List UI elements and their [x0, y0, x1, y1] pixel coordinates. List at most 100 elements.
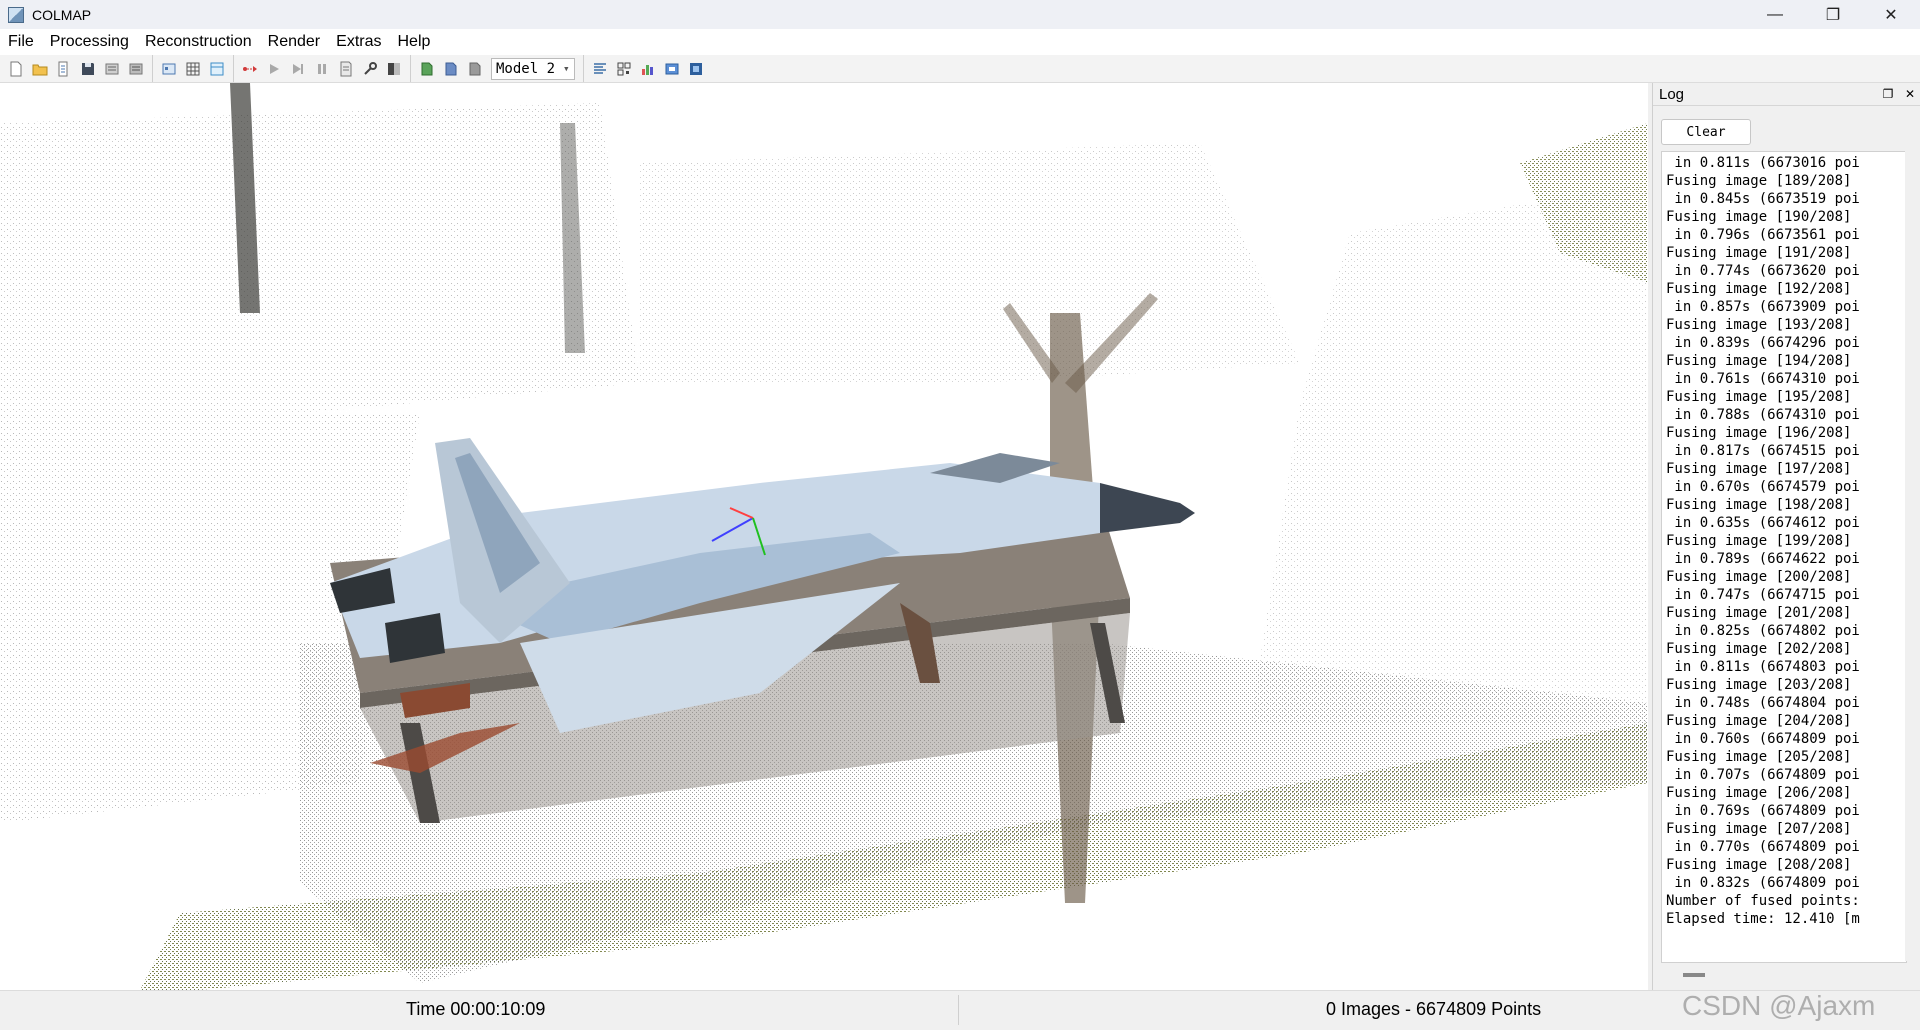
import-icon — [105, 63, 119, 74]
open-folder-icon — [32, 64, 48, 75]
open-project-button[interactable] — [30, 59, 50, 79]
window-title: COLMAP — [32, 6, 92, 23]
edit-project-button[interactable] — [54, 59, 74, 79]
log-dock-controls: ❐ ✕ — [1877, 87, 1920, 101]
log-line: Fusing image [192/208] — [1666, 281, 1852, 297]
automatic-reconstruction-button[interactable] — [240, 59, 260, 79]
model-import-icon — [421, 62, 433, 75]
pause-reconstruction-button[interactable] — [312, 59, 332, 79]
toolbar: Model 2 ▾ — [0, 55, 1920, 83]
menu-help[interactable]: Help — [389, 29, 438, 55]
dense-icon — [388, 62, 400, 75]
log-line: Fusing image [200/208] — [1666, 569, 1852, 585]
3d-viewport[interactable] — [0, 83, 1648, 990]
grab-movie-button[interactable] — [686, 59, 706, 79]
log-line: in 0.789s (6674622 poi — [1666, 551, 1860, 567]
new-file-icon — [10, 61, 22, 76]
log-line: Fusing image [204/208] — [1666, 713, 1852, 729]
restore-button[interactable]: ❐ — [1804, 0, 1862, 29]
render-options-button[interactable] — [590, 59, 610, 79]
elapsed-time: Time 00:00:10:09 — [406, 999, 546, 1019]
chevron-down-icon: ▾ — [563, 62, 570, 75]
log-line: in 0.761s (6674310 poi — [1666, 371, 1860, 387]
float-panel-icon[interactable]: ❐ — [1877, 87, 1899, 101]
log-line: in 0.747s (6674715 poi — [1666, 587, 1860, 603]
log-text-area[interactable]: in 0.811s (6673016 poi Fusing image [189/… — [1661, 151, 1907, 963]
colmap-app-icon — [8, 6, 24, 23]
close-panel-icon[interactable]: ✕ — [1899, 87, 1920, 101]
database-management-button[interactable] — [207, 59, 227, 79]
feature-matching-button[interactable] — [183, 59, 203, 79]
log-line: Fusing image [194/208] — [1666, 353, 1852, 369]
log-title: Log — [1659, 85, 1685, 103]
model-stats-button[interactable] — [465, 59, 485, 79]
start-reconstruction-button[interactable] — [264, 59, 284, 79]
play-icon — [270, 63, 279, 74]
grab-image-button[interactable] — [662, 59, 682, 79]
model-export-button[interactable] — [441, 59, 461, 79]
model-import-button[interactable] — [417, 59, 437, 79]
reconstruction-options-button[interactable] — [336, 59, 356, 79]
chart-icon — [641, 64, 653, 75]
clear-log-button[interactable]: Clear — [1661, 119, 1751, 145]
log-line: Fusing image [190/208] — [1666, 209, 1852, 225]
log-line: in 0.845s (6673519 poi — [1666, 191, 1860, 207]
log-line: in 0.707s (6674809 poi — [1666, 767, 1860, 783]
feature-extraction-button[interactable] — [159, 59, 179, 79]
log-line: Number of fused points: — [1666, 893, 1860, 909]
model-stats-icon — [469, 62, 481, 75]
log-line: in 0.825s (6674802 poi — [1666, 623, 1860, 639]
match-matrix-button[interactable] — [614, 59, 634, 79]
step-forward-icon — [293, 63, 303, 74]
bundle-adjustment-button[interactable] — [360, 59, 380, 79]
log-line: Fusing image [195/208] — [1666, 389, 1852, 405]
log-vertical-scrollbar[interactable] — [1905, 151, 1915, 1023]
status-divider — [958, 995, 959, 1025]
model-export-icon — [445, 62, 457, 75]
menu-extras[interactable]: Extras — [328, 29, 389, 55]
edit-project-icon — [58, 61, 68, 76]
grid-icon — [186, 62, 200, 75]
log-horizontal-scroll-thumb[interactable] — [1683, 973, 1705, 977]
model-select-value: Model 2 — [496, 60, 556, 77]
log-line: Fusing image [196/208] — [1666, 425, 1852, 441]
log-header: Log ❐ ✕ — [1653, 83, 1920, 106]
reconstruction-toolbar-group — [234, 55, 411, 82]
model-toolbar-group: Model 2 ▾ — [411, 55, 584, 82]
log-line: in 0.796s (6673561 poi — [1666, 227, 1860, 243]
log-line: Fusing image [202/208] — [1666, 641, 1852, 657]
minimize-button[interactable]: — — [1746, 0, 1804, 29]
log-line: in 0.788s (6674310 poi — [1666, 407, 1860, 423]
save-project-button[interactable] — [78, 59, 98, 79]
menu-processing[interactable]: Processing — [42, 29, 137, 55]
log-line: Fusing image [207/208] — [1666, 821, 1852, 837]
options-icon — [340, 61, 352, 76]
log-line: Fusing image [201/208] — [1666, 605, 1852, 621]
qr-grid-icon — [617, 62, 631, 75]
log-line: in 0.857s (6673909 poi — [1666, 299, 1860, 315]
auto-reconstruct-icon — [243, 65, 257, 72]
menu-render[interactable]: Render — [260, 29, 328, 55]
close-button[interactable]: ✕ — [1862, 0, 1920, 29]
model-select[interactable]: Model 2 ▾ — [491, 57, 575, 80]
dense-reconstruction-button[interactable] — [384, 59, 404, 79]
menu-file[interactable]: File — [0, 29, 42, 55]
import-model-button[interactable] — [102, 59, 122, 79]
log-line: Fusing image [206/208] — [1666, 785, 1852, 801]
log-line: in 0.769s (6674809 poi — [1666, 803, 1860, 819]
render-toolbar-group — [584, 55, 712, 82]
log-panel: Log ❐ ✕ Clear in 0.811s (6673016 poi Fusi… — [1652, 83, 1920, 1023]
feature-extraction-icon — [162, 63, 176, 74]
log-line: in 0.748s (6674804 poi — [1666, 695, 1860, 711]
menu-reconstruction[interactable]: Reconstruction — [137, 29, 260, 55]
screenshot-icon — [665, 63, 679, 74]
new-project-button[interactable] — [6, 59, 26, 79]
log-line: Fusing image [199/208] — [1666, 533, 1852, 549]
show-log-button[interactable] — [638, 59, 658, 79]
log-line: Fusing image [191/208] — [1666, 245, 1852, 261]
export-model-button[interactable] — [126, 59, 146, 79]
log-line: in 0.832s (6674809 poi — [1666, 875, 1860, 891]
log-line: Fusing image [189/208] — [1666, 173, 1852, 189]
log-line: Fusing image [197/208] — [1666, 461, 1852, 477]
step-reconstruction-button[interactable] — [288, 59, 308, 79]
